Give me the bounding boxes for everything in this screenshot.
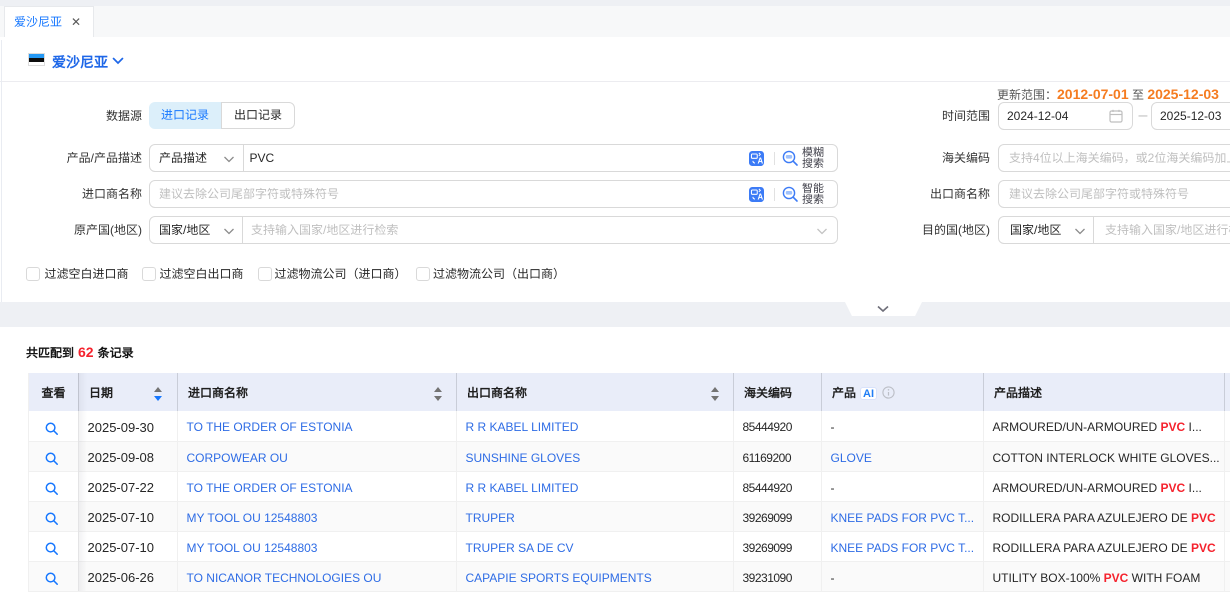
svg-text:A: A [757,156,763,165]
svg-text:A: A [757,192,763,201]
